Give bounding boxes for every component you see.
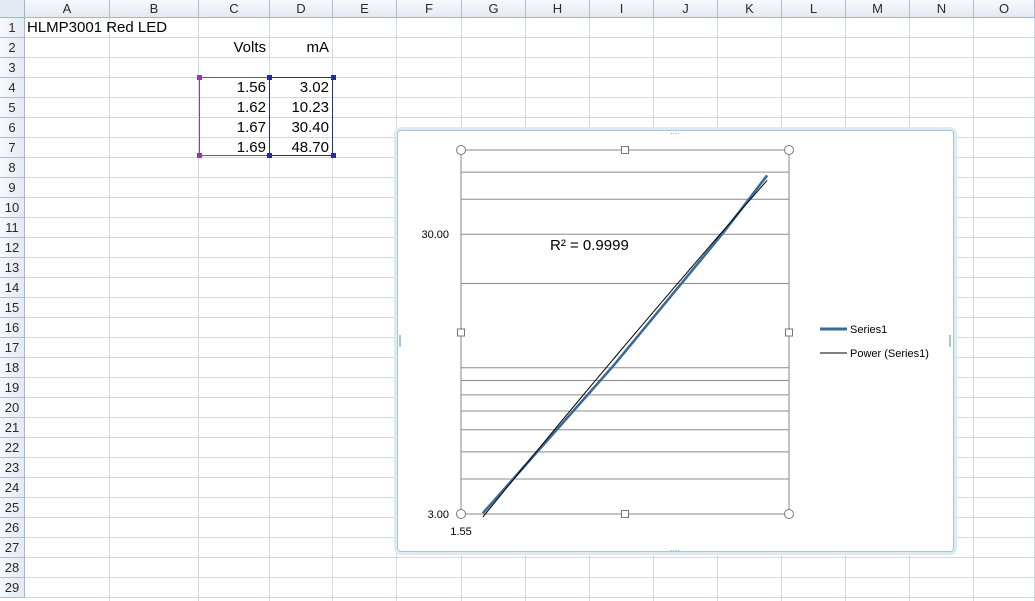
spreadsheet[interactable]: ABCDEFGHIJKLMNO 1 2 3 4 5 6 7 8 9 10 11 12 13 14 15 16 1… — [0, 0, 1035, 601]
plot-area-corner-handle[interactable] — [456, 145, 466, 155]
chart-resize-grip[interactable]: .... — [670, 126, 680, 136]
plot-area-corner-handle[interactable] — [784, 145, 794, 155]
chart-resize-grip[interactable]: .... — [670, 543, 680, 553]
plot-area[interactable] — [460, 149, 790, 515]
plot-area-side-handle[interactable] — [457, 328, 465, 337]
y-tick-label: 3.00 — [428, 509, 449, 521]
plot-area-corner-handle[interactable] — [456, 509, 466, 519]
chart-resize-grip[interactable] — [399, 335, 401, 347]
plot-area-corner-handle[interactable] — [784, 509, 794, 519]
chart-legend[interactable]: Series1 Power (Series1) — [820, 324, 929, 360]
legend-trendline-label: Power (Series1) — [850, 348, 929, 360]
r-squared-label[interactable]: R² = 0.9999 — [550, 237, 629, 254]
plot-area-side-handle[interactable] — [621, 510, 629, 518]
chart-svg: 3.00 30.00 1.55 R² = 0.9999 ........ Series… — [399, 126, 951, 553]
plot-area-side-handle[interactable] — [785, 328, 793, 337]
series1-line[interactable] — [481, 174, 769, 515]
chart-gridlines — [461, 149, 789, 480]
plot-area-side-handle[interactable] — [621, 146, 629, 154]
x-tick-label: 1.55 — [450, 526, 471, 538]
legend-series1-label: Series1 — [850, 324, 887, 336]
chart-resize-grip[interactable] — [949, 335, 951, 347]
y-tick-label: 30.00 — [421, 229, 449, 241]
